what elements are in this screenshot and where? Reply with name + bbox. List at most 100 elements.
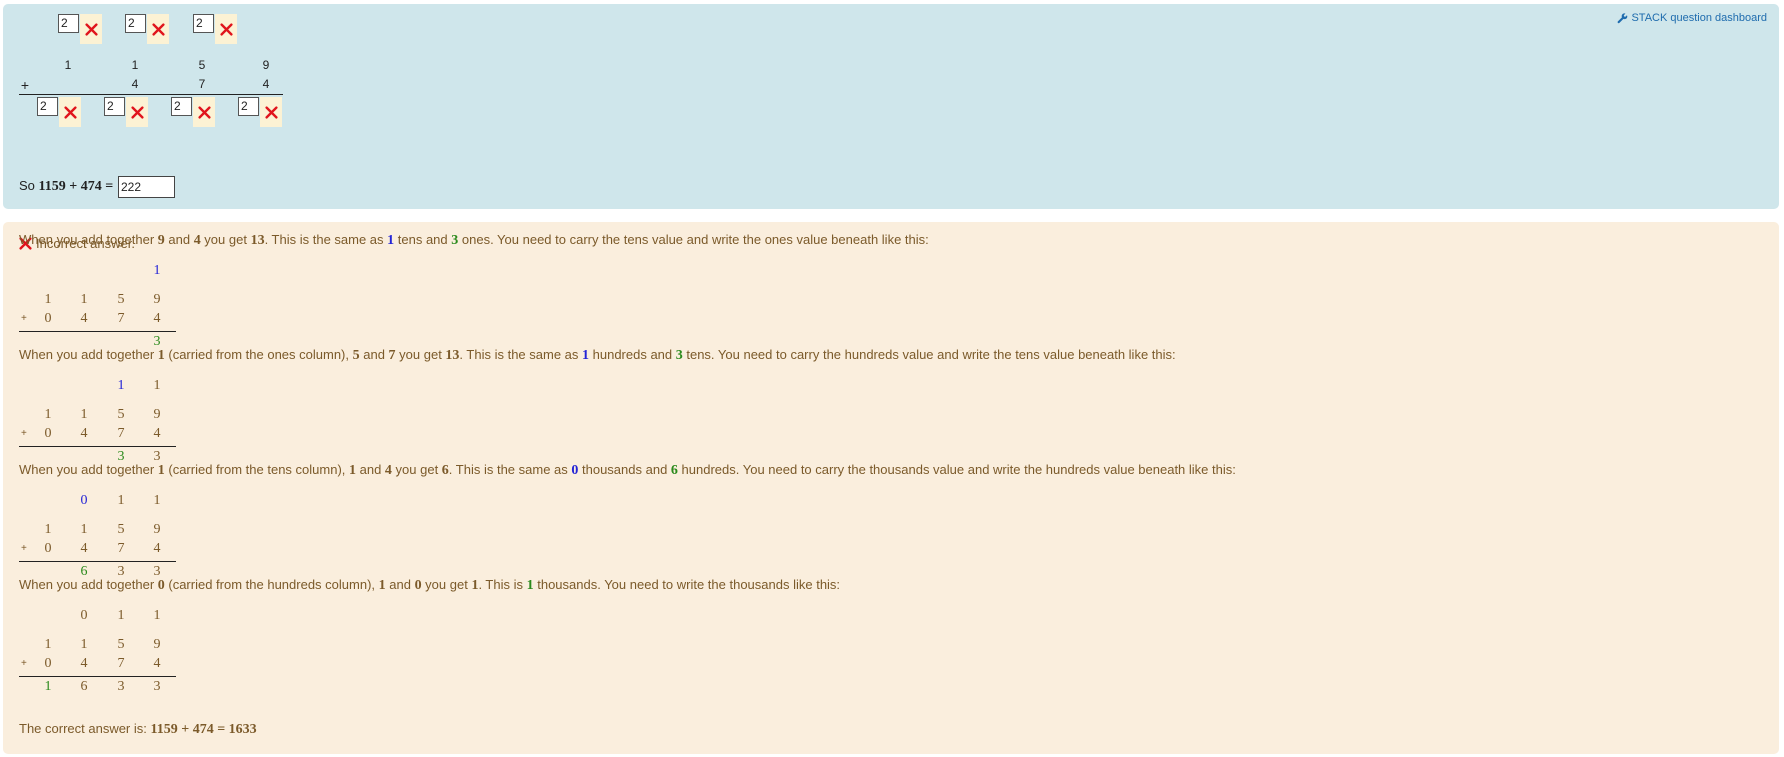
- explanation-text: When you add together: [19, 577, 158, 592]
- carry-input-1[interactable]: 2: [58, 14, 79, 33]
- carry-digit: 1: [117, 493, 125, 508]
- incorrect-cross-icon: [260, 97, 282, 127]
- math-value: 1: [526, 578, 534, 593]
- top-digit: 1: [80, 407, 88, 422]
- bottom-digit: 4: [153, 311, 161, 326]
- math-value: 9: [157, 233, 165, 248]
- bottom-digit: 4: [80, 541, 88, 556]
- explanation-text: tens and: [394, 232, 452, 247]
- addend-digit: 9: [262, 58, 270, 72]
- top-digit: 5: [117, 292, 125, 307]
- explanation-text: and: [164, 232, 194, 247]
- sum-rule: [19, 94, 283, 95]
- incorrect-cross-icon: [80, 14, 102, 44]
- explanation-text: When you add together: [19, 462, 158, 477]
- math-value: 1: [157, 463, 165, 478]
- sum-rule: [19, 446, 176, 447]
- addend-digit: 1: [131, 58, 139, 72]
- top-digit: 5: [117, 637, 125, 652]
- result-input-3[interactable]: 2: [171, 97, 192, 116]
- addend-digit: 5: [198, 58, 206, 72]
- incorrect-cross-icon: [147, 14, 169, 44]
- explanation-text: . This is the same as: [448, 462, 572, 477]
- math-value: 6: [441, 463, 449, 478]
- explanation-text: hundreds. You need to carry the thousand…: [677, 462, 1236, 477]
- sum-rule: [19, 676, 176, 677]
- explanation-text: . This is the same as: [264, 232, 388, 247]
- top-digit: 1: [80, 637, 88, 652]
- incorrect-cross-icon: [193, 97, 215, 127]
- result-digit: 6: [80, 679, 88, 694]
- top-digit: 5: [117, 522, 125, 537]
- result-digit: 3: [153, 679, 161, 694]
- question-dashboard-label: STACK question dashboard: [1631, 12, 1767, 24]
- math-value: 5: [352, 348, 360, 363]
- step-explanation: When you add together 9 and 4 you get 13…: [19, 232, 929, 249]
- top-digit: 1: [44, 292, 52, 307]
- explanation-text: (carried from the hundreds column),: [164, 577, 379, 592]
- explanation-text: tens. You need to carry the hundreds val…: [682, 347, 1176, 362]
- top-digit: 1: [44, 407, 52, 422]
- step-explanation: When you add together 1 (carried from th…: [19, 462, 1236, 479]
- math-value: 1: [157, 348, 165, 363]
- explanation-text: thousands. You need to write the thousan…: [533, 577, 841, 592]
- explanation-text: and: [356, 462, 385, 477]
- carry-digit: 1: [153, 263, 161, 278]
- result-digit: 1: [44, 679, 52, 694]
- top-digit: 9: [153, 522, 161, 537]
- result-input-4[interactable]: 2: [238, 97, 259, 116]
- explanation-text: you get: [395, 347, 446, 362]
- bottom-digit: 7: [117, 656, 125, 671]
- explanation-text: thousands and: [578, 462, 671, 477]
- question-dashboard-link[interactable]: STACK question dashboard: [1617, 12, 1767, 24]
- bottom-digit: 0: [44, 426, 52, 441]
- math-value: 0: [414, 578, 422, 593]
- bottom-digit: 0: [44, 656, 52, 671]
- bottom-digit: 7: [117, 426, 125, 441]
- top-digit: 9: [153, 407, 161, 422]
- bottom-digit: 0: [44, 541, 52, 556]
- result-input-2[interactable]: 2: [104, 97, 125, 116]
- incorrect-cross-icon: [126, 97, 148, 127]
- explanation-text: and: [359, 347, 389, 362]
- final-answer-input[interactable]: 222: [118, 176, 175, 198]
- incorrect-cross-icon: [59, 97, 81, 127]
- addend-digit: 4: [131, 77, 139, 91]
- explanation-text: you get: [421, 577, 472, 592]
- top-digit: 1: [80, 292, 88, 307]
- explanation-text: . This is the same as: [459, 347, 583, 362]
- bottom-digit: 0: [44, 311, 52, 326]
- plus-sign: +: [21, 313, 27, 324]
- sum-rule: [19, 331, 176, 332]
- math-value: 6: [670, 463, 678, 478]
- bottom-digit: 4: [80, 656, 88, 671]
- explanation-text: (carried from the ones column),: [164, 347, 353, 362]
- math-value: 0: [157, 578, 165, 593]
- plus-sign: +: [21, 543, 27, 554]
- incorrect-cross-icon: [215, 14, 237, 44]
- question-panel: STACK question dashboard 2 2 2 1 1 5 9 +…: [3, 4, 1779, 209]
- addend-digit: 4: [262, 77, 270, 91]
- carry-digit: 1: [117, 608, 125, 623]
- plus-sign: +: [20, 77, 30, 93]
- explanation-text: you get: [200, 232, 251, 247]
- explanation-text: (carried from the tens column),: [164, 462, 349, 477]
- carry-input-3[interactable]: 2: [193, 14, 214, 33]
- explanation-text: and: [385, 577, 415, 592]
- math-value: 13: [445, 348, 460, 363]
- carry-digit: 1: [153, 608, 161, 623]
- top-digit: 1: [80, 522, 88, 537]
- carry-digit: 1: [153, 493, 161, 508]
- top-digit: 5: [117, 407, 125, 422]
- bottom-digit: 4: [80, 311, 88, 326]
- explanation-text: ones. You need to carry the tens value a…: [458, 232, 929, 247]
- correct-answer-label: The correct answer is:: [19, 721, 147, 736]
- result-input-1[interactable]: 2: [37, 97, 58, 116]
- final-answer-prompt: So 1159 + 474 =: [19, 178, 113, 195]
- math-value: 1: [582, 348, 590, 363]
- carry-input-2[interactable]: 2: [125, 14, 146, 33]
- math-value: 1: [378, 578, 386, 593]
- addend-digit: 1: [64, 58, 72, 72]
- math-value: 7: [388, 348, 396, 363]
- math-value: 3: [675, 348, 683, 363]
